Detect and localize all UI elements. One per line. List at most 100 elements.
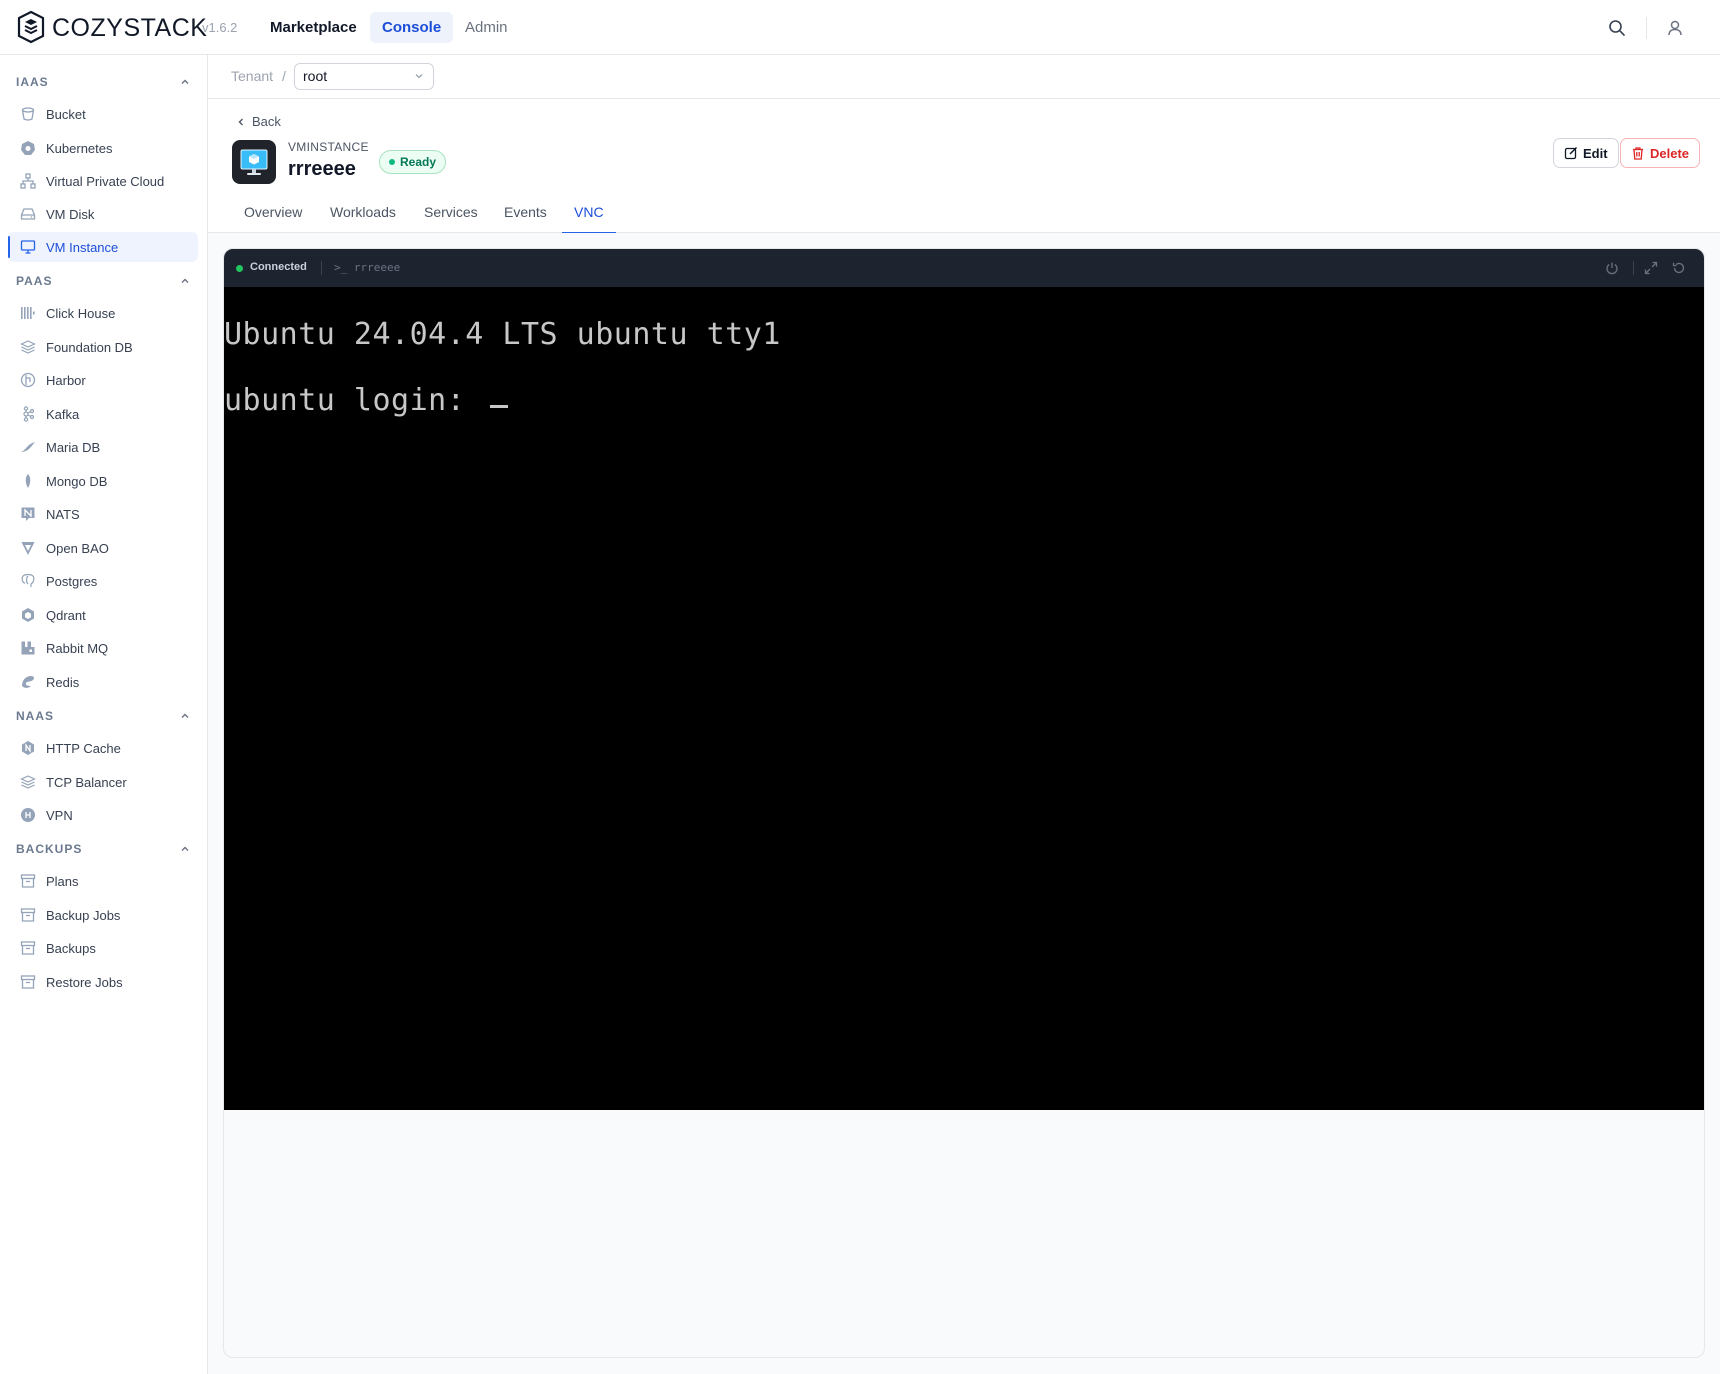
- sidebar-item-plans[interactable]: Plans: [8, 866, 198, 896]
- sidebar-item-label: Backup Jobs: [46, 907, 121, 923]
- delete-label: Delete: [1650, 145, 1690, 161]
- sidebar-item-label: Bucket: [46, 106, 86, 122]
- user-menu-button[interactable]: [1662, 15, 1688, 41]
- cozystack-logo-icon: [17, 10, 45, 44]
- sidebar-item-label: Postgres: [46, 573, 98, 589]
- sidebar-item-restore-jobs[interactable]: Restore Jobs: [8, 967, 198, 997]
- bucket-icon: [20, 106, 36, 122]
- rabbitmq-icon: [20, 640, 36, 656]
- sidebar-item-http-cache[interactable]: HTTP Cache: [8, 733, 198, 763]
- sidebar-item-open-bao[interactable]: Open BAO: [8, 533, 198, 563]
- sidebar-item-foundation-db[interactable]: Foundation DB: [8, 332, 198, 362]
- sidebar-item-label: Restore Jobs: [46, 974, 123, 990]
- section-paas[interactable]: PAAS: [16, 271, 192, 291]
- tenant-select-value: root: [303, 68, 328, 84]
- harbor-icon: [20, 372, 36, 388]
- search-icon: [1609, 20, 1625, 36]
- section-title: BACKUPS: [16, 842, 83, 856]
- sidebar-item-label: Harbor: [46, 372, 86, 388]
- tab-events[interactable]: Events: [504, 204, 547, 233]
- sidebar-item-rabbit-mq[interactable]: Rabbit MQ: [8, 633, 198, 663]
- user-icon: [1668, 20, 1682, 36]
- section-naas[interactable]: NAAS: [16, 706, 192, 726]
- section-title: IAAS: [16, 75, 49, 89]
- sidebar-item-label: VM Disk: [46, 206, 95, 222]
- delete-button[interactable]: Delete: [1620, 138, 1701, 168]
- layers-icon: [20, 339, 36, 355]
- sidebar-item-nats[interactable]: NATS: [8, 499, 198, 529]
- section-iaas[interactable]: IAAS: [16, 72, 192, 92]
- trash-icon: [1633, 147, 1643, 160]
- edit-label: Edit: [1583, 145, 1608, 161]
- sidebar-item-backups[interactable]: Backups: [8, 933, 198, 963]
- network-icon: [20, 173, 36, 189]
- edit-button[interactable]: Edit: [1553, 138, 1619, 168]
- chevron-left-icon: [238, 118, 243, 125]
- sidebar-item-label: TCP Balancer: [46, 774, 127, 790]
- tab-vnc[interactable]: VNC: [562, 204, 615, 234]
- sidebar-item-kubernetes[interactable]: Kubernetes: [8, 133, 198, 163]
- edit-icon: [1564, 146, 1578, 160]
- tenant-select[interactable]: root: [294, 63, 434, 90]
- sidebar-item-vpn[interactable]: VPN: [8, 800, 198, 830]
- resource-name: rrreeee: [288, 158, 356, 180]
- search-button[interactable]: [1604, 15, 1630, 41]
- sidebar-item-label: Redis: [46, 674, 80, 690]
- sidebar-item-label: Virtual Private Cloud: [46, 173, 165, 189]
- toolbar-divider: [321, 261, 322, 275]
- tab-workloads[interactable]: Workloads: [330, 204, 396, 233]
- section-backups[interactable]: BACKUPS: [16, 839, 192, 859]
- sidebar-item-backup-jobs[interactable]: Backup Jobs: [8, 900, 198, 930]
- sidebar-item-tcp-balancer[interactable]: TCP Balancer: [8, 767, 198, 797]
- sidebar-item-vm-disk[interactable]: VM Disk: [8, 199, 198, 229]
- reconnect-button[interactable]: [1671, 260, 1687, 276]
- nav-console[interactable]: Console: [370, 12, 454, 43]
- top-bar: COZYSTACK v1.6.2 Marketplace Console Adm…: [0, 0, 1720, 55]
- breadcrumb: Tenant / root: [208, 55, 1720, 99]
- connection-status: Connected: [250, 261, 307, 273]
- power-button[interactable]: [1604, 260, 1620, 276]
- sidebar-item-kafka[interactable]: Kafka: [8, 399, 198, 429]
- redis-icon: [20, 674, 36, 690]
- sidebar-item-label: Maria DB: [46, 439, 101, 455]
- sidebar-item-label: HTTP Cache: [46, 740, 121, 756]
- top-divider: [1646, 17, 1647, 39]
- sidebar-item-label: Qdrant: [46, 607, 86, 623]
- mongodb-icon: [20, 473, 36, 489]
- sidebar-item-qdrant[interactable]: Qdrant: [8, 600, 198, 630]
- sidebar-item-harbor[interactable]: Harbor: [8, 365, 198, 395]
- sidebar-item-postgres[interactable]: Postgres: [8, 566, 198, 596]
- kubernetes-icon: [20, 140, 36, 156]
- back-label: Back: [252, 114, 281, 129]
- vnc-panel: Connected >_ rrreeee Ubuntu 24.04.4 LTS …: [223, 248, 1705, 1358]
- tab-services[interactable]: Services: [424, 204, 478, 233]
- sidebar-item-redis[interactable]: Redis: [8, 667, 198, 697]
- vnc-screen[interactable]: Ubuntu 24.04.4 LTS ubuntu tty1 ubuntu lo…: [224, 287, 1704, 1110]
- sidebar-item-mongo-db[interactable]: Mongo DB: [8, 466, 198, 496]
- sidebar-item-label: Rabbit MQ: [46, 640, 109, 656]
- chevron-up-icon: [181, 278, 189, 283]
- sidebar-item-maria-db[interactable]: Maria DB: [8, 432, 198, 462]
- back-link[interactable]: Back: [236, 114, 281, 129]
- archive-icon: [20, 940, 36, 956]
- app-version: v1.6.2: [202, 20, 238, 35]
- resource-kind: VMINSTANCE: [288, 140, 369, 154]
- sidebar-item-click-house[interactable]: Click House: [8, 298, 198, 328]
- tab-overview[interactable]: Overview: [244, 204, 302, 233]
- archive-icon: [20, 974, 36, 990]
- terminal-prompt-icon: >_: [334, 261, 354, 274]
- sidebar-item-vm-instance[interactable]: VM Instance: [8, 232, 198, 262]
- expand-icon: [1644, 261, 1658, 275]
- sidebar-item-virtual-private-cloud[interactable]: Virtual Private Cloud: [8, 166, 198, 196]
- nav-marketplace[interactable]: Marketplace: [258, 12, 369, 43]
- sidebar-item-bucket[interactable]: Bucket: [8, 99, 198, 129]
- vpn-icon: [20, 807, 36, 823]
- terminal-line: ubuntu login:: [224, 383, 508, 418]
- terminal-line: Ubuntu 24.04.4 LTS ubuntu tty1: [224, 317, 781, 352]
- nav-admin[interactable]: Admin: [453, 12, 520, 43]
- terminal-name-text: rrreeee: [353, 261, 401, 274]
- mariadb-icon: [20, 439, 36, 455]
- terminal-name: >_ rrreeee: [334, 261, 400, 274]
- fullscreen-button[interactable]: [1643, 260, 1659, 276]
- kafka-icon: [20, 406, 36, 422]
